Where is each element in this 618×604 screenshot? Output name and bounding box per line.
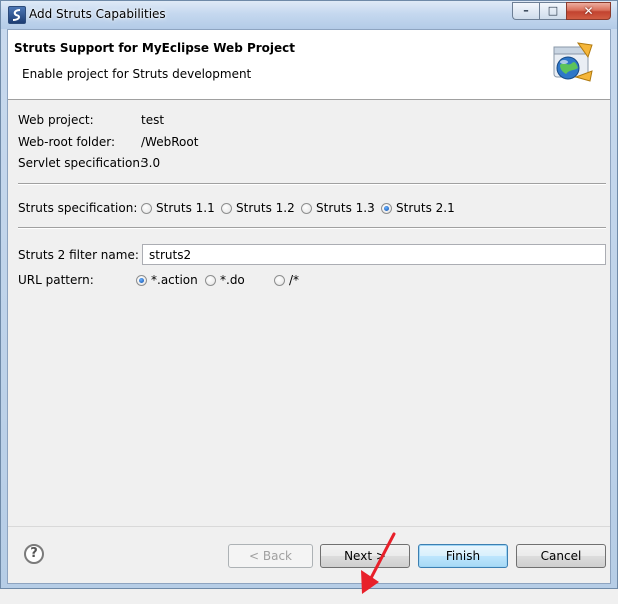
cancel-button[interactable]: Cancel	[516, 544, 606, 568]
struts-globe-wizard-icon	[553, 42, 593, 82]
button-bar-separator	[8, 526, 610, 527]
radio-indicator	[205, 274, 216, 286]
radio-url-action[interactable]: *.action	[136, 273, 198, 287]
finish-button[interactable]: Finish	[418, 544, 508, 568]
back-button[interactable]: < Back	[228, 544, 313, 568]
wizard-page-title: Struts Support for MyEclipse Web Project	[14, 41, 296, 55]
web-project-value: test	[141, 113, 165, 127]
maximize-button[interactable]: □	[539, 2, 566, 20]
web-root-label: Web-root folder:	[18, 135, 116, 149]
wizard-page-description: Enable project for Struts development	[22, 67, 252, 81]
radio-indicator	[274, 274, 285, 286]
red-annotation-arrow-icon	[361, 532, 396, 594]
radio-struts-2-1[interactable]: Struts 2.1	[381, 201, 455, 215]
radio-struts-1-3[interactable]: Struts 1.3	[301, 201, 375, 215]
radio-label: *.action	[151, 273, 198, 287]
next-button[interactable]: Next >	[320, 544, 410, 568]
radio-indicator	[221, 202, 232, 214]
filter-name-label: Struts 2 filter name:	[18, 248, 139, 262]
struts-spec-label: Struts specification:	[18, 201, 138, 215]
web-project-label: Web project:	[18, 113, 94, 127]
separator	[18, 227, 606, 229]
servlet-spec-value: 3.0	[141, 156, 161, 170]
window-controls: – □ ✕	[512, 2, 611, 20]
close-icon: ✕	[583, 4, 594, 18]
radio-indicator	[301, 202, 312, 214]
radio-label: *.do	[220, 273, 245, 287]
wizard-header: Struts Support for MyEclipse Web Project…	[8, 30, 610, 100]
radio-struts-1-2[interactable]: Struts 1.2	[221, 201, 295, 215]
radio-label: Struts 1.1	[156, 201, 215, 215]
url-pattern-label: URL pattern:	[18, 273, 94, 287]
minimize-button[interactable]: –	[512, 2, 539, 20]
title-bar[interactable]: Add Struts Capabilities – □ ✕	[1, 1, 617, 29]
servlet-spec-label: Servlet specification:	[18, 156, 144, 170]
radio-indicator	[141, 202, 152, 214]
radio-label: Struts 2.1	[396, 201, 455, 215]
radio-url-root[interactable]: /*	[274, 273, 299, 287]
minimize-icon: –	[523, 4, 529, 17]
radio-indicator-selected	[136, 274, 147, 286]
radio-struts-1-1[interactable]: Struts 1.1	[141, 201, 215, 215]
help-icon[interactable]: ?	[24, 544, 44, 564]
radio-label: /*	[289, 273, 300, 287]
close-button[interactable]: ✕	[566, 2, 611, 20]
web-root-value: /WebRoot	[141, 135, 199, 149]
radio-label: Struts 1.2	[236, 201, 295, 215]
dialog-client-area: Struts Support for MyEclipse Web Project…	[7, 29, 611, 594]
separator	[18, 183, 606, 185]
radio-label: Struts 1.3	[316, 201, 375, 215]
dialog-window: Add Struts Capabilities – □ ✕ Struts Sup…	[0, 0, 618, 594]
maximize-icon: □	[547, 4, 559, 17]
myeclipse-app-icon	[8, 6, 26, 24]
radio-indicator-selected	[381, 202, 392, 214]
filter-name-input[interactable]	[142, 244, 606, 265]
window-title: Add Struts Capabilities	[29, 7, 166, 21]
radio-url-do[interactable]: *.do	[205, 273, 245, 287]
